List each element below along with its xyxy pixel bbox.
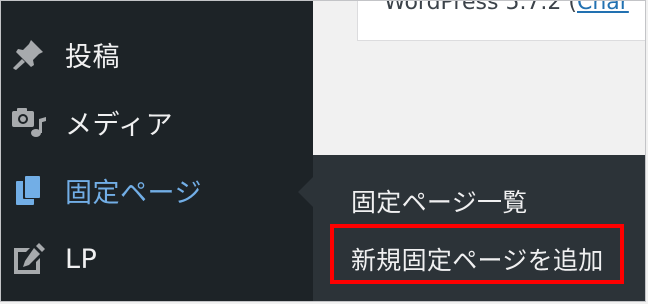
highlight-annotation-box: [330, 224, 624, 284]
sidebar-item-label: 固定ページ: [65, 177, 202, 209]
media-icon: [11, 104, 47, 140]
sidebar-item-media[interactable]: メディア: [1, 93, 313, 151]
sidebar-item-lp[interactable]: LP: [1, 230, 313, 288]
pages-icon: [11, 172, 47, 208]
version-notice-text: WordPress 5.7.2 (Char: [384, 0, 629, 15]
screenshot-frame: WordPress 5.7.2 (Char 投稿 メディア 固定ページ LP 固…: [0, 0, 646, 302]
submenu-item-all-pages[interactable]: 固定ページ一覧: [351, 183, 528, 219]
sidebar-item-pages[interactable]: 固定ページ: [1, 161, 313, 219]
submenu-pointer: [298, 177, 313, 207]
sidebar-item-label: LP: [65, 243, 98, 275]
edit-page-icon: [11, 241, 47, 277]
sidebar-item-posts[interactable]: 投稿: [1, 25, 313, 83]
admin-sidebar: 投稿 メディア 固定ページ LP: [1, 1, 313, 301]
version-link[interactable]: Char: [577, 1, 629, 15]
version-notice-card: WordPress 5.7.2 (Char: [357, 0, 645, 41]
sidebar-item-label: 投稿: [65, 41, 120, 73]
version-text: WordPress 5.7.2 (: [384, 0, 577, 15]
pushpin-icon: [11, 36, 47, 72]
sidebar-item-label: メディア: [65, 109, 174, 141]
